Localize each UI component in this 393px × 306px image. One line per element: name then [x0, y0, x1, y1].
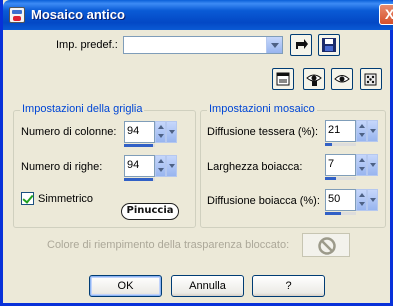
transparency-fill-label: Colore di riempimento della trasparenza … [47, 239, 290, 251]
tile-spread-slider[interactable] [325, 143, 356, 146]
columns-input[interactable]: 94 [124, 121, 155, 143]
tile-spread-stepper[interactable] [356, 120, 367, 142]
grout-width-label: Larghezza boiacca: [207, 161, 303, 173]
dice-icon [364, 73, 377, 86]
tile-spread-slider-fill [325, 143, 332, 146]
rows-dropdown[interactable] [166, 155, 177, 177]
eye-icon [334, 75, 350, 83]
grout-spread-input[interactable]: 50 [325, 189, 356, 211]
save-button[interactable] [318, 34, 340, 56]
grout-width-input[interactable]: 7 [325, 154, 356, 176]
columns-slider[interactable] [124, 144, 155, 147]
tile-spread-spinner[interactable]: 21 [325, 120, 378, 146]
grout-spread-slider[interactable] [325, 212, 356, 215]
preview-toggle-button[interactable] [272, 68, 294, 90]
grout-spread-slider-fill [325, 212, 341, 215]
grout-spread-stepper[interactable] [356, 189, 367, 211]
chevron-down-icon[interactable] [266, 37, 282, 53]
tile-spread-label: Diffusione tessera (%): [207, 126, 319, 138]
columns-stepper[interactable] [155, 121, 166, 143]
help-button[interactable]: ? [252, 275, 325, 297]
rows-slider-fill [124, 178, 154, 181]
grout-width-slider[interactable] [325, 177, 356, 180]
save-preset-icon [296, 39, 308, 49]
pinuccia-logo: Pinuccia [121, 203, 179, 220]
eye-proof-icon [306, 74, 322, 86]
transparency-color-swatch[interactable] [302, 233, 350, 257]
preset-label: Imp. predef.: [56, 39, 118, 51]
rows-stepper[interactable] [155, 155, 166, 177]
grout-spread-dropdown[interactable] [367, 189, 378, 211]
symmetric-label[interactable]: Simmetrico [38, 193, 93, 205]
grout-width-slider-fill [325, 177, 336, 180]
columns-slider-fill [124, 144, 154, 147]
grid-settings-title: Impostazioni della griglia [20, 103, 145, 115]
columns-label: Numero di colonne: [21, 126, 117, 138]
tile-spread-dropdown[interactable] [367, 120, 378, 142]
grout-width-spinner[interactable]: 7 [325, 154, 378, 180]
disk-icon [322, 38, 336, 52]
cancel-button[interactable]: Annulla [171, 275, 244, 297]
columns-spinner[interactable]: 94 [124, 121, 177, 147]
ok-button[interactable]: OK [89, 275, 162, 297]
logo-text: Pinuccia [126, 205, 174, 216]
preview-toggle-icon [276, 72, 290, 86]
rows-input[interactable]: 94 [124, 155, 155, 177]
grout-spread-label: Diffusione boiacca (%): [207, 195, 320, 207]
title-bar[interactable]: Mosaico antico X [3, 0, 393, 30]
proof-button[interactable] [303, 68, 325, 90]
app-icon [9, 7, 25, 23]
rows-spinner[interactable]: 94 [124, 155, 177, 181]
no-sign-icon [318, 237, 336, 255]
columns-dropdown[interactable] [166, 121, 177, 143]
preset-dropdown[interactable] [123, 36, 283, 54]
grout-spread-spinner[interactable]: 50 [325, 189, 378, 215]
grout-width-dropdown[interactable] [367, 154, 378, 176]
mosaic-settings-title: Impostazioni mosaico [207, 103, 317, 115]
rows-slider[interactable] [124, 178, 155, 181]
symmetric-checkbox[interactable] [21, 192, 34, 205]
save-preset-button[interactable] [290, 34, 312, 56]
randomize-button[interactable] [360, 68, 382, 90]
dialog-window: Mosaico antico X Imp. predef.: Impostazi… [0, 0, 393, 306]
rows-label: Numero di righe: [21, 161, 103, 173]
auto-proof-button[interactable] [331, 68, 353, 90]
grout-width-stepper[interactable] [356, 154, 367, 176]
tile-spread-input[interactable]: 21 [325, 120, 356, 142]
close-button[interactable]: X [379, 4, 393, 25]
window-title: Mosaico antico [31, 7, 125, 22]
